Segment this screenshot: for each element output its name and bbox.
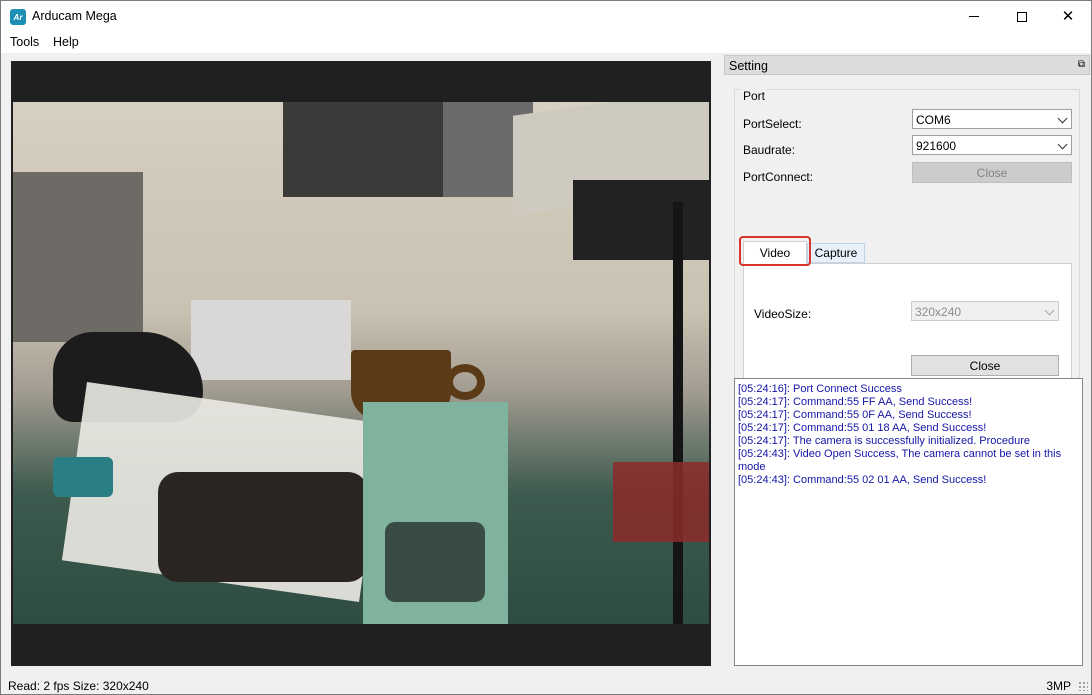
maximize-icon [1017, 11, 1027, 22]
port-select-value: COM6 [916, 113, 951, 127]
window-title: Arducam Mega [32, 9, 117, 23]
maximize-button[interactable] [999, 1, 1045, 32]
log-line: [05:24:43]: Video Open Success, The came… [738, 448, 1062, 473]
chevron-down-icon [1044, 305, 1055, 316]
log-line: [05:24:17]: Command:55 01 18 AA, Send Su… [738, 422, 987, 434]
log-line: [05:24:16]: Port Connect Success [738, 383, 902, 395]
arducam-app-icon: Ar [10, 9, 26, 25]
log-line: [05:24:17]: Command:55 0F AA, Send Succe… [738, 409, 972, 421]
status-fps-size: Read: 2 fps Size: 320x240 [8, 679, 149, 693]
close-icon: ✕ [1061, 7, 1075, 25]
close-window-button[interactable]: ✕ [1045, 1, 1091, 32]
status-resolution: 3MP [1046, 679, 1071, 693]
minimize-icon [969, 16, 979, 17]
video-size-label: VideoSize: [754, 307, 812, 321]
title-bar[interactable]: Ar Arducam Mega ✕ [1, 1, 1091, 32]
chevron-down-icon [1057, 139, 1068, 150]
undock-icon[interactable]: ⧉ [1078, 59, 1085, 70]
app-window: Ar Arducam Mega ✕ Tools Help Setting ⧉ P… [0, 0, 1092, 695]
log-line: [05:24:17]: Command:55 FF AA, Send Succe… [738, 396, 973, 408]
menu-help[interactable]: Help [53, 35, 79, 49]
baudrate-label: Baudrate: [743, 143, 796, 157]
chevron-down-icon [1057, 113, 1068, 124]
log-output[interactable]: [05:24:16]: Port Connect Success [05:24:… [734, 378, 1083, 666]
menu-bar: Tools Help [1, 32, 1091, 53]
setting-title: Setting [729, 59, 768, 73]
baudrate-dropdown[interactable]: 921600 [912, 135, 1072, 155]
port-connect-close-button[interactable]: Close [912, 162, 1072, 183]
port-group-title: Port [741, 89, 768, 103]
camera-video-frame [13, 102, 709, 624]
video-size-dropdown[interactable]: 320x240 [911, 301, 1059, 321]
port-select-dropdown[interactable]: COM6 [912, 109, 1072, 129]
tab-capture[interactable]: Capture [807, 243, 865, 263]
log-line: [05:24:17]: The camera is successfully i… [738, 435, 1031, 447]
baudrate-value: 921600 [916, 139, 957, 153]
menu-tools[interactable]: Tools [10, 35, 39, 49]
port-connect-label: PortConnect: [743, 170, 814, 184]
minimize-button[interactable] [951, 1, 997, 32]
port-group: Port PortSelect: COM6 Baudrate: 921600 P… [734, 89, 1080, 413]
video-close-button[interactable]: Close [911, 355, 1059, 376]
setting-header[interactable]: Setting ⧉ [724, 55, 1090, 75]
video-preview-panel [11, 61, 711, 666]
port-select-label: PortSelect: [743, 117, 802, 131]
log-line: [05:24:43]: Command:55 02 01 AA, Send Su… [738, 474, 987, 486]
resize-grip-icon[interactable] [1078, 681, 1088, 691]
video-size-value: 320x240 [915, 305, 962, 319]
tab-video[interactable]: Video [743, 241, 807, 264]
